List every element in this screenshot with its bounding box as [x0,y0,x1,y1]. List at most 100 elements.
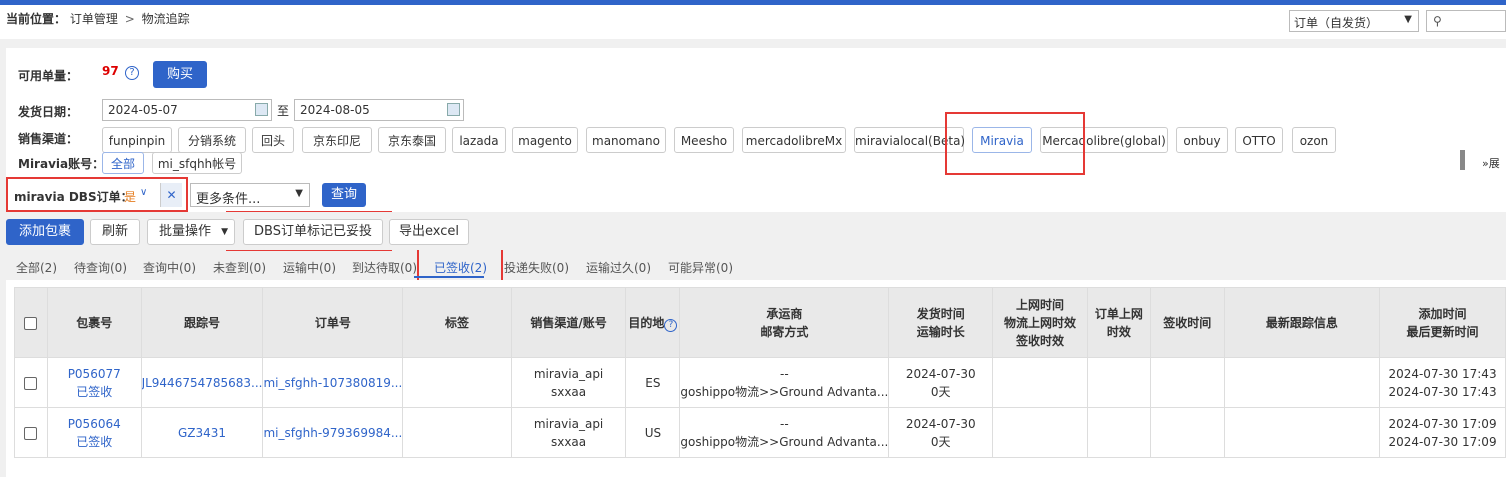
channel-chip-magento[interactable]: magento [512,127,578,153]
channel-chip-otto[interactable]: OTTO [1235,127,1283,153]
query-button[interactable]: 查询 [322,183,366,207]
col-sign-time: 签收时间 [1149,287,1225,358]
col-channel: 销售渠道/账号 [510,287,627,358]
buy-button[interactable]: 购买 [153,61,207,88]
package-link[interactable]: P056064 [48,415,140,433]
order-cell[interactable]: mi_sfghh-107380819... [262,357,404,408]
top-search-input[interactable]: ⚲ [1426,10,1506,32]
table-row[interactable]: P056064 已签收 GZ3431 mi_sfghh-979369984... … [14,407,1506,458]
order-cell[interactable]: mi_sfghh-979369984... [262,407,404,458]
account-label: Miravia账号： [18,157,105,171]
channel-chip-distribution[interactable]: 分销系统 [178,127,246,153]
ship-time-cell: 2024-07-30 0天 [888,407,994,458]
col-added-line: 最后更新时间 [1406,324,1479,339]
chevron-down-icon: ▼ [295,188,303,199]
col-ship-time-line: 运输时长 [916,324,965,339]
updated-value: 2024-07-30 17:43 [1388,384,1497,399]
channel-chip-manomano[interactable]: manomano [586,127,666,153]
breadcrumb-item[interactable]: 订单管理 [70,12,118,26]
ship-time-cell: 2024-07-30 0天 [888,357,994,408]
dbs-mark-delivered-button[interactable]: DBS订单标记已妥投 [243,219,383,245]
more-conditions-select[interactable]: 更多条件... ▼ [190,183,310,207]
package-link[interactable]: P056077 [48,365,140,383]
batch-operation-label: 批量操作 [159,224,212,239]
col-tag: 标签 [402,287,512,358]
row-select-cell [14,407,48,458]
col-online-line: 上网时间 [1016,297,1065,312]
account-chip-all[interactable]: 全部 [102,152,144,174]
tab-not-found[interactable]: 未查到(0) [213,259,266,276]
batch-operation-button[interactable]: 批量操作 ▼ [147,219,235,245]
channel-chip-ozon[interactable]: ozon [1292,127,1336,153]
tab-possible-exception[interactable]: 可能异常(0) [668,259,733,276]
account-value: sxxaa [550,384,587,399]
expand-channels-button[interactable]: »展 [1482,155,1500,171]
order-online-cell [1086,357,1151,408]
col-carrier-line: 邮寄方式 [760,324,809,339]
help-icon[interactable]: ? [125,66,139,80]
refresh-button[interactable]: 刷新 [90,219,140,245]
tracking-cell[interactable]: JL9446754785683... [140,357,264,408]
tab-pending-query[interactable]: 待查询(0) [74,259,127,276]
tracking-cell[interactable]: GZ3431 [140,407,264,458]
col-carrier-line: 承运商 [766,306,803,321]
added-value: 2024-07-30 17:43 [1388,366,1497,381]
channel-chip-huitou[interactable]: 回头 [252,127,294,153]
row-checkbox[interactable] [24,376,38,390]
chevron-down-icon[interactable]: ∨ [140,187,147,198]
tab-signed[interactable]: 已签收(2) [434,259,487,276]
destination-cell: ES [625,357,681,408]
tab-delivery-failed[interactable]: 投递失败(0) [504,259,569,276]
select-all-cell [14,287,48,358]
col-carrier: 承运商 邮寄方式 [679,287,890,358]
channel-value: miravia_api [533,366,604,381]
channel-scrollbar[interactable] [1460,150,1465,170]
tab-ready-pickup[interactable]: 到达待取(0) [352,259,417,276]
dbs-filter-label: miravia DBS订单： [14,190,133,204]
dbs-filter-value[interactable]: 是 [124,188,136,205]
package-status: 已签收 [76,434,113,449]
ship-date-to-input[interactable]: 2024-08-05 [294,99,464,121]
account-chip-mi-sfqhh[interactable]: mi_sfqhh帐号 [152,152,242,174]
channel-chip-onbuy[interactable]: onbuy [1176,127,1228,153]
package-table: 包裹号 跟踪号 订单号 标签 销售渠道/账号 目的地? 承运商 邮寄方式 发货时间… [14,287,1506,458]
table-row[interactable]: P056077 已签收 JL9446754785683... mi_sfghh-1… [14,357,1506,408]
channel-chip-jd-thailand[interactable]: 京东泰国 [378,127,446,153]
channel-chip-funpinpin[interactable]: funpinpin [102,127,172,153]
tab-querying[interactable]: 查询中(0) [143,259,196,276]
latest-tracking-cell [1223,357,1381,408]
calendar-icon[interactable] [447,103,460,116]
latest-tracking-cell [1223,407,1381,458]
sign-time-cell [1149,357,1225,408]
row-checkbox[interactable] [24,426,38,440]
col-order: 订单号 [262,287,404,358]
col-added-time: 添加时间 最后更新时间 [1379,287,1506,358]
col-latest-tracking: 最新跟踪信息 [1223,287,1381,358]
channel-chip-lazada[interactable]: lazada [452,127,506,153]
select-all-checkbox[interactable] [24,316,38,330]
added-time-cell: 2024-07-30 17:43 2024-07-30 17:43 [1379,357,1506,408]
online-cell [992,357,1088,408]
tab-transit-too-long[interactable]: 运输过久(0) [586,259,651,276]
channel-chip-meesho[interactable]: Meesho [674,127,734,153]
help-icon[interactable]: ? [664,318,678,332]
dbs-filter-clear-button[interactable]: ✕ [160,183,182,207]
method-value: goshippo物流>>Ground Advanta... [680,434,889,449]
account-value: sxxaa [550,434,587,449]
ship-date-to-value: 2024-08-05 [300,103,370,117]
ship-date-from-input[interactable]: 2024-05-07 [102,99,272,121]
method-value: goshippo物流>>Ground Advanta... [680,384,889,399]
channel-chip-jd-indonesia[interactable]: 京东印尼 [302,127,372,153]
order-type-select[interactable]: 订单（自发货） ▼ [1289,10,1419,32]
order-type-value: 订单（自发货） [1294,16,1379,30]
breadcrumb-item: 物流追踪 [141,12,190,26]
export-excel-button[interactable]: 导出excel [389,219,469,245]
add-package-button[interactable]: 添加包裹 [6,219,84,245]
search-icon: ⚲ [1433,14,1442,28]
caret-down-icon: ▼ [221,227,228,237]
carrier-value: -- [780,366,789,381]
tab-in-transit[interactable]: 运输中(0) [283,259,336,276]
channel-chip-mercadolibremx[interactable]: mercadolibreMx [742,127,846,153]
calendar-icon[interactable] [255,103,268,116]
tab-all[interactable]: 全部(2) [16,259,57,276]
